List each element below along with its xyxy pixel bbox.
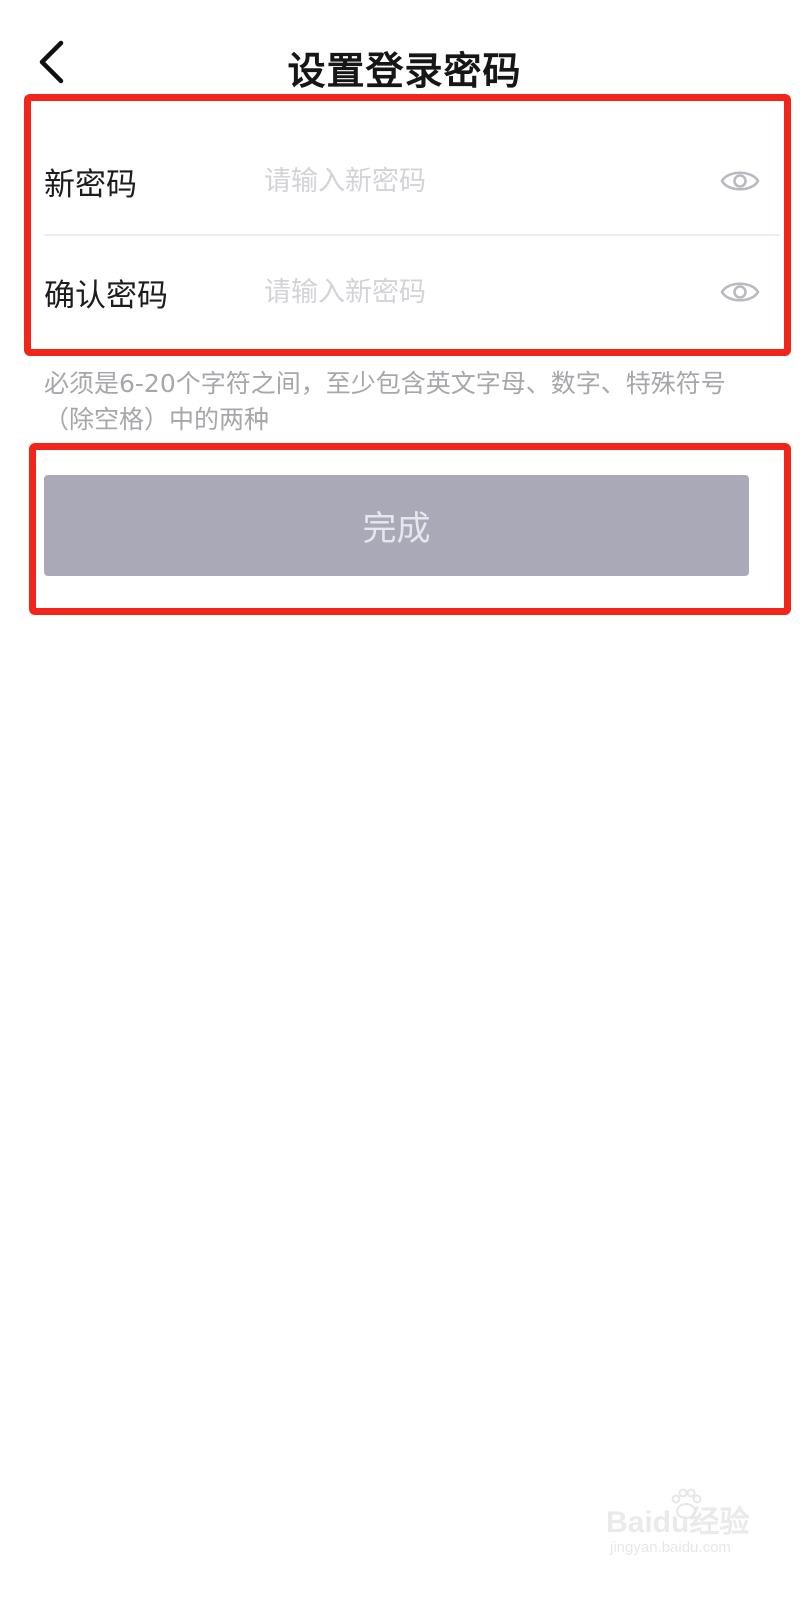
watermark-url: jingyan.baidu.com	[610, 1539, 731, 1556]
new-password-input[interactable]	[264, 156, 710, 206]
new-password-label: 新密码	[44, 166, 137, 203]
password-rule-hint: 必须是6-20个字符之间，至少包含英文字母、数字、特殊符号（除空格）中的两种	[44, 369, 726, 434]
paw-logo-icon	[671, 1488, 702, 1519]
baidu-jingyan-watermark: Baidu经验 jingyan.baidu.com	[606, 1485, 766, 1565]
done-button[interactable]: 完成	[44, 475, 749, 576]
confirm-password-input[interactable]	[264, 267, 710, 317]
confirm-password-visibility-toggle[interactable]	[710, 267, 770, 317]
eye-icon	[720, 282, 760, 302]
new-password-row: 新密码	[44, 126, 780, 236]
confirm-password-label: 确认密码	[44, 277, 168, 314]
row-divider	[44, 234, 780, 236]
eye-icon	[720, 171, 760, 191]
page-title: 设置登录密码	[287, 49, 522, 93]
header-bar: 设置登录密码	[0, 0, 809, 126]
new-password-visibility-toggle[interactable]	[710, 156, 770, 206]
confirm-password-row: 确认密码	[44, 237, 780, 347]
